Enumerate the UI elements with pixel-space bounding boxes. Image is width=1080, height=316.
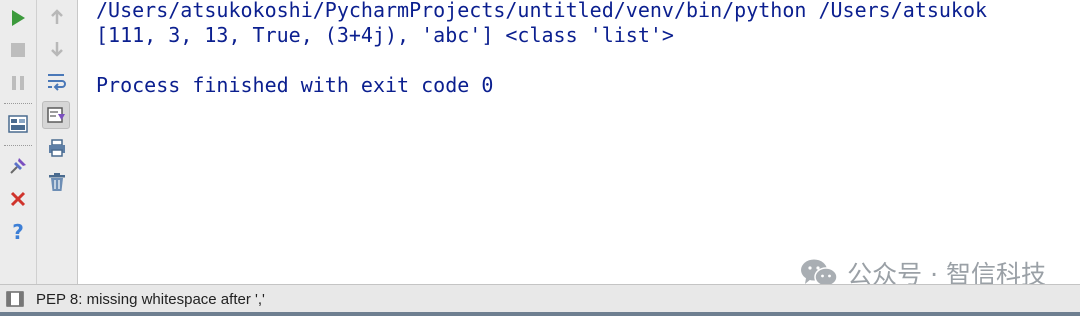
trash-icon [49,173,65,191]
close-icon [10,191,26,207]
down-stack-button[interactable] [43,35,71,63]
console-line-output: [111, 3, 13, True, (3+4j), 'abc'] <class… [96,23,674,47]
pause-button[interactable] [4,69,32,97]
layout-icon [8,115,28,133]
console-line-exit: Process finished with exit code 0 [96,73,494,97]
bottom-strip [0,312,1080,316]
print-button[interactable] [43,134,71,162]
clear-all-button[interactable] [43,168,71,196]
status-message: PEP 8: missing whitespace after ',' [36,290,265,308]
run-toolbar: ? [0,0,37,284]
close-button[interactable] [4,185,32,213]
toolbar-separator [4,103,32,104]
soft-wrap-icon [48,74,66,91]
scroll-to-end-icon [47,107,65,123]
pause-icon [12,76,24,90]
soft-wrap-button[interactable] [43,68,71,96]
down-arrow-icon [51,42,63,57]
toggle-tool-windows-button[interactable] [6,291,24,307]
rerun-button[interactable] [4,4,32,32]
console-line-command: /Users/atsukokoshi/PycharmProjects/untit… [96,0,988,22]
help-icon: ? [12,220,24,244]
up-stack-button[interactable] [43,3,71,31]
restore-layout-button[interactable] [4,110,32,138]
tool-window-icon [6,291,24,307]
scroll-to-end-button[interactable] [42,101,70,129]
up-arrow-icon [51,9,63,24]
help-button[interactable]: ? [4,218,32,246]
status-bar: PEP 8: missing whitespace after ',' [0,284,1080,313]
stop-button[interactable] [4,36,32,64]
console-toolbar [37,0,78,284]
stop-icon [11,43,25,57]
print-icon [49,139,65,157]
pin-tab-button[interactable] [4,152,32,180]
pin-icon [10,158,26,174]
run-icon [12,10,25,26]
console-output[interactable]: /Users/atsukokoshi/PycharmProjects/untit… [96,0,1080,284]
toolbar-separator [4,145,32,146]
